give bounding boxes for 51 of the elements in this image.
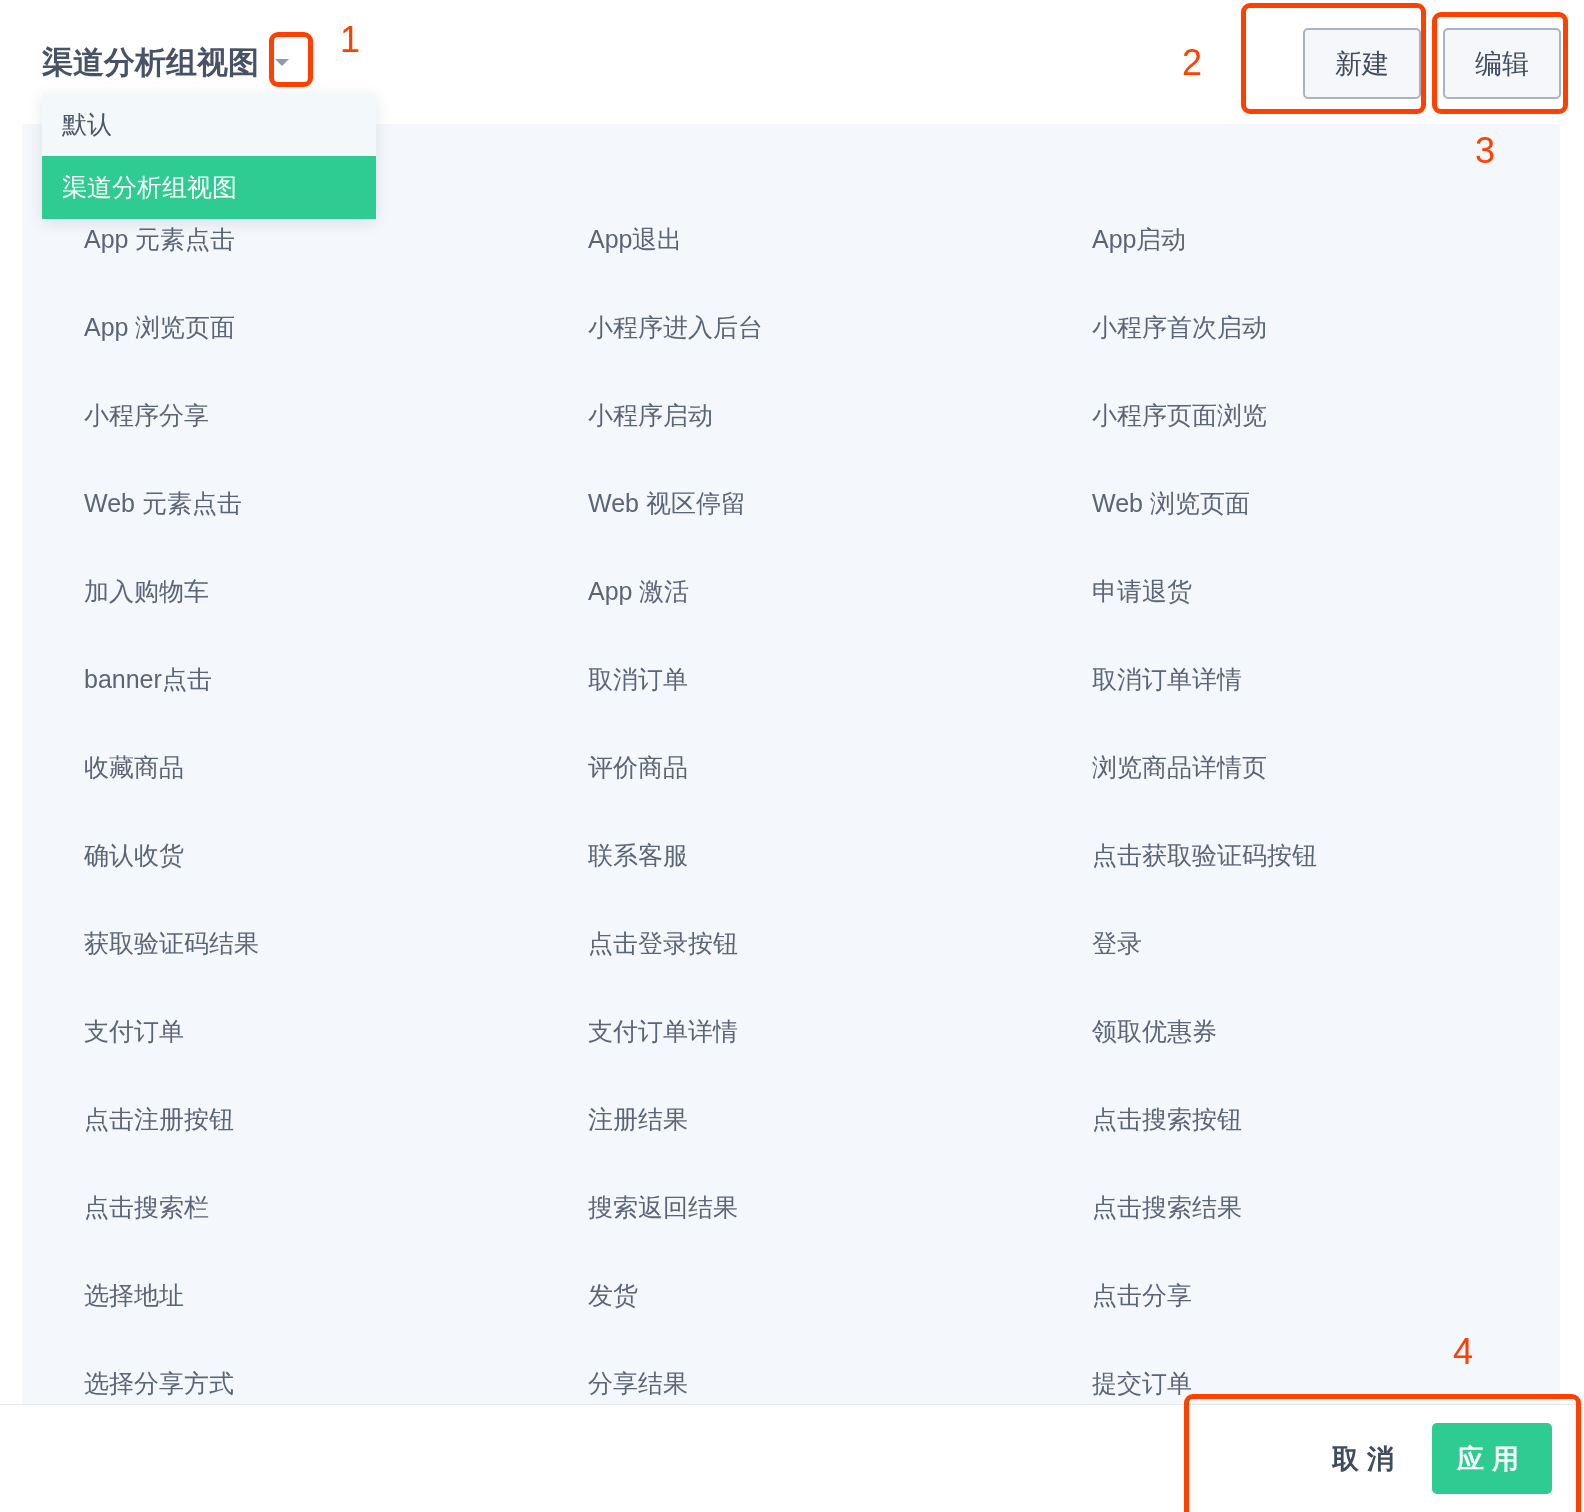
annotation-number: 1	[340, 22, 361, 58]
event-item[interactable]: App 激活	[588, 574, 690, 608]
event-item[interactable]: 发货	[588, 1278, 638, 1312]
event-item[interactable]: App退出	[588, 222, 683, 256]
event-item[interactable]: 支付订单详情	[588, 1014, 738, 1048]
event-item[interactable]: 支付订单	[84, 1014, 184, 1048]
event-item[interactable]: 点击分享	[1092, 1278, 1192, 1312]
header-button[interactable]: 新建	[1303, 28, 1421, 99]
event-item[interactable]: 收藏商品	[84, 750, 184, 784]
event-item[interactable]: 小程序分享	[84, 398, 209, 432]
event-item[interactable]: 小程序进入后台	[588, 310, 763, 344]
event-item[interactable]: 取消订单	[588, 662, 688, 696]
header-button[interactable]: 编辑	[1443, 28, 1561, 99]
event-item[interactable]: 选择分享方式	[84, 1366, 234, 1400]
event-item[interactable]: 提交订单	[1092, 1366, 1192, 1400]
event-item[interactable]: 点击注册按钮	[84, 1102, 234, 1136]
event-item[interactable]: App启动	[1092, 222, 1187, 256]
event-item[interactable]: 小程序启动	[588, 398, 713, 432]
menu-item[interactable]: 默认	[42, 93, 376, 156]
event-item[interactable]: 确认收货	[84, 838, 184, 872]
event-item[interactable]: 评价商品	[588, 750, 688, 784]
event-item[interactable]: 登录	[1092, 926, 1142, 960]
event-item[interactable]: 点击搜索按钮	[1092, 1102, 1242, 1136]
annotation-number: 4	[1453, 1334, 1474, 1370]
event-item[interactable]: 小程序首次启动	[1092, 310, 1267, 344]
cancel-button[interactable]: 取消	[1332, 1440, 1402, 1477]
event-item[interactable]: App 浏览页面	[84, 310, 236, 344]
event-item[interactable]: 搜索返回结果	[588, 1190, 738, 1224]
event-item[interactable]: Web 浏览页面	[1092, 486, 1250, 520]
event-item[interactable]: 注册结果	[588, 1102, 688, 1136]
event-item[interactable]: banner点击	[84, 662, 212, 696]
event-item[interactable]: 小程序页面浏览	[1092, 398, 1267, 432]
event-item[interactable]: 加入购物车	[84, 574, 209, 608]
annotation-number: 2	[1182, 45, 1203, 81]
annotation-number: 3	[1475, 133, 1496, 169]
event-item[interactable]: 点击搜索结果	[1092, 1190, 1242, 1224]
event-item[interactable]: 分享结果	[588, 1366, 688, 1400]
event-item[interactable]: App 元素点击	[84, 222, 236, 256]
view-title: 渠道分析组视图	[42, 44, 259, 82]
event-item[interactable]: 点击获取验证码按钮	[1092, 838, 1317, 872]
event-item[interactable]: 联系客服	[588, 838, 688, 872]
event-item[interactable]: 获取验证码结果	[84, 926, 259, 960]
event-item[interactable]: Web 视区停留	[588, 486, 746, 520]
event-item[interactable]: 点击搜索栏	[84, 1190, 209, 1224]
event-item[interactable]: 选择地址	[84, 1278, 184, 1312]
event-item[interactable]: 申请退货	[1092, 574, 1192, 608]
event-item[interactable]: 浏览商品详情页	[1092, 750, 1267, 784]
event-item[interactable]: 取消订单详情	[1092, 662, 1242, 696]
event-item[interactable]: Web 元素点击	[84, 486, 242, 520]
event-item[interactable]: 点击登录按钮	[588, 926, 738, 960]
event-item[interactable]: 领取优惠券	[1092, 1014, 1217, 1048]
